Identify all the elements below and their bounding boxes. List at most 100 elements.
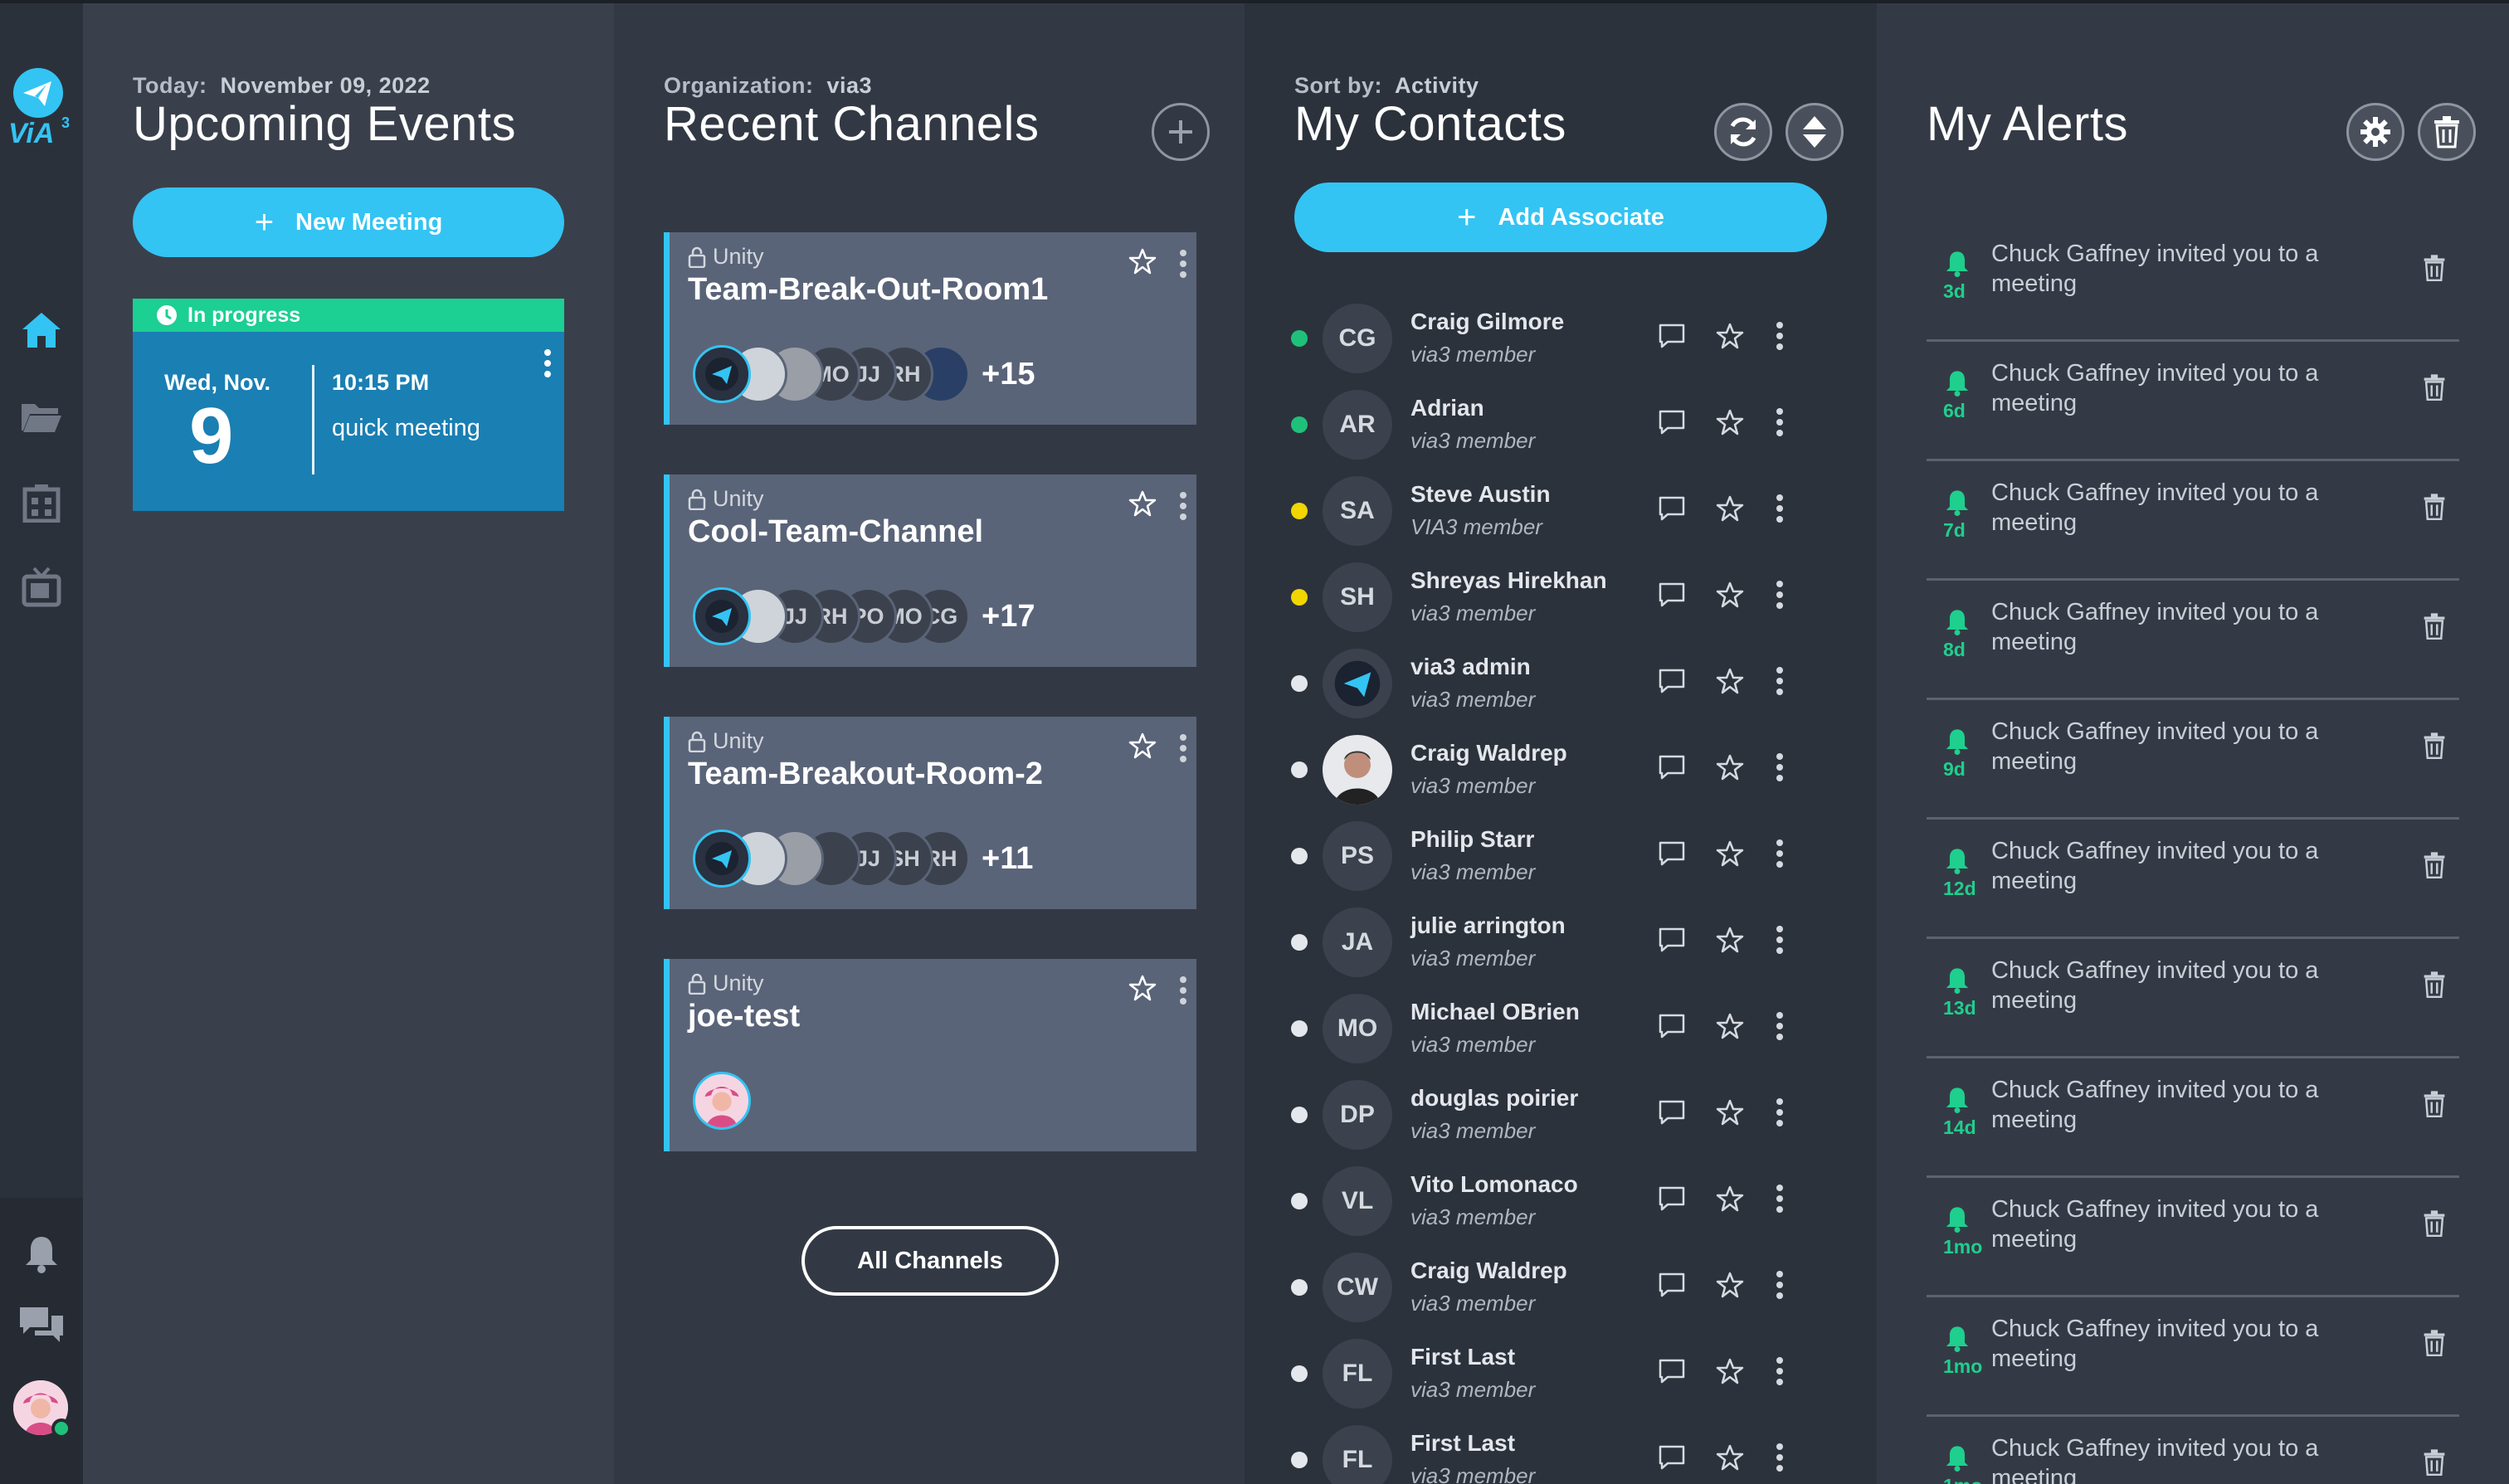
message-icon[interactable] <box>1651 1178 1693 1219</box>
contact-avatar[interactable]: CG <box>1323 304 1392 373</box>
star-icon[interactable] <box>1128 732 1157 764</box>
contact-row[interactable]: via3 admin via3 member <box>1291 642 1839 728</box>
more-vertical-icon[interactable] <box>1178 249 1188 283</box>
more-vertical-icon[interactable] <box>1178 733 1188 767</box>
contact-row[interactable]: DP douglas poirier via3 member <box>1291 1073 1839 1160</box>
message-icon[interactable] <box>1651 660 1693 702</box>
contact-row[interactable]: MO Michael OBrien via3 member <box>1291 987 1839 1073</box>
message-icon[interactable] <box>1651 401 1693 443</box>
star-icon[interactable] <box>1709 401 1751 443</box>
channel-card[interactable]: Unity Cool-Team-Channel JJ RH PO MO CG +17 <box>664 474 1196 667</box>
message-icon[interactable] <box>1651 315 1693 357</box>
sort-order-button[interactable] <box>1786 103 1844 161</box>
message-icon[interactable] <box>1651 1264 1693 1306</box>
message-icon[interactable] <box>1651 1092 1693 1133</box>
star-icon[interactable] <box>1709 1264 1751 1306</box>
contact-row[interactable]: CG Craig Gilmore via3 member <box>1291 297 1839 383</box>
trash-icon[interactable] <box>2423 1209 2446 1242</box>
channel-card[interactable]: Unity joe-test <box>664 959 1196 1151</box>
contact-row[interactable]: AR Adrian via3 member <box>1291 383 1839 470</box>
more-vertical-icon[interactable] <box>1759 919 1800 961</box>
contact-avatar[interactable] <box>1323 735 1392 805</box>
contact-row[interactable]: FL First Last via3 member <box>1291 1332 1839 1418</box>
channel-card[interactable]: Unity Team-Breakout-Room-2 JJ SH RH +11 <box>664 717 1196 909</box>
alert-item[interactable]: 7d Chuck Gaffney invited you to a meeting <box>1927 461 2459 581</box>
trash-icon[interactable] <box>2423 1090 2446 1122</box>
bell-icon[interactable] <box>18 1231 65 1277</box>
contact-avatar[interactable]: FL <box>1323 1425 1392 1484</box>
contact-avatar[interactable]: CW <box>1323 1253 1392 1322</box>
more-vertical-icon[interactable] <box>1178 491 1188 525</box>
contact-row[interactable]: FL First Last via3 member <box>1291 1418 1839 1484</box>
message-icon[interactable] <box>1651 833 1693 874</box>
chat-icon[interactable] <box>18 1302 65 1349</box>
contact-row[interactable]: CW Craig Waldrep via3 member <box>1291 1246 1839 1332</box>
more-vertical-icon[interactable] <box>1759 747 1800 788</box>
alert-item[interactable]: 9d Chuck Gaffney invited you to a meeting <box>1927 700 2459 820</box>
all-channels-button[interactable]: All Channels <box>801 1226 1059 1296</box>
contact-avatar[interactable]: VL <box>1323 1166 1392 1236</box>
contact-row[interactable]: JA julie arrington via3 member <box>1291 901 1839 987</box>
star-icon[interactable] <box>1128 247 1157 280</box>
refresh-button[interactable] <box>1714 103 1772 161</box>
trash-icon[interactable] <box>2423 1329 2446 1361</box>
message-icon[interactable] <box>1651 1350 1693 1392</box>
more-vertical-icon[interactable] <box>1759 315 1800 357</box>
contact-avatar[interactable]: JA <box>1323 907 1392 977</box>
star-icon[interactable] <box>1128 974 1157 1006</box>
message-icon[interactable] <box>1651 1005 1693 1047</box>
more-vertical-icon[interactable] <box>1759 1264 1800 1306</box>
event-card[interactable]: In progress Wed, Nov. 9 10:15 PM quick m… <box>133 299 564 511</box>
trash-icon[interactable] <box>2423 373 2446 406</box>
alert-item[interactable]: 13d Chuck Gaffney invited you to a meetin… <box>1927 939 2459 1058</box>
more-vertical-icon[interactable] <box>1759 660 1800 702</box>
alert-item[interactable]: 12d Chuck Gaffney invited you to a meetin… <box>1927 820 2459 939</box>
contact-row[interactable]: Craig Waldrep via3 member <box>1291 728 1839 815</box>
contact-avatar[interactable]: DP <box>1323 1080 1392 1150</box>
tv-icon[interactable] <box>18 564 65 611</box>
message-icon[interactable] <box>1651 574 1693 615</box>
building-icon[interactable] <box>18 479 65 526</box>
more-vertical-icon[interactable] <box>1759 574 1800 615</box>
contact-row[interactable]: SA Steve Austin VIA3 member <box>1291 470 1839 556</box>
contact-row[interactable]: SH Shreyas Hirekhan via3 member <box>1291 556 1839 642</box>
more-vertical-icon[interactable] <box>1759 401 1800 443</box>
star-icon[interactable] <box>1709 1005 1751 1047</box>
channel-card[interactable]: Unity Team-Break-Out-Room1 MO JJ RH +15 <box>664 232 1196 425</box>
more-vertical-icon[interactable] <box>1759 1350 1800 1392</box>
trash-icon[interactable] <box>2423 1448 2446 1481</box>
trash-icon[interactable] <box>2423 612 2446 645</box>
star-icon[interactable] <box>1128 489 1157 522</box>
contact-avatar[interactable]: SH <box>1323 562 1392 632</box>
alert-item[interactable]: 1mo Chuck Gaffney invited you to a meetin… <box>1927 1178 2459 1297</box>
contact-avatar[interactable] <box>1323 649 1392 718</box>
trash-icon[interactable] <box>2423 851 2446 883</box>
alert-item[interactable]: 3d Chuck Gaffney invited you to a meeting <box>1927 222 2459 342</box>
star-icon[interactable] <box>1709 488 1751 529</box>
star-icon[interactable] <box>1709 747 1751 788</box>
clear-alerts-button[interactable] <box>2418 103 2476 161</box>
alert-item[interactable]: 14d Chuck Gaffney invited you to a meetin… <box>1927 1058 2459 1178</box>
star-icon[interactable] <box>1709 315 1751 357</box>
message-icon[interactable] <box>1651 488 1693 529</box>
star-icon[interactable] <box>1709 919 1751 961</box>
new-meeting-button[interactable]: + New Meeting <box>133 187 564 257</box>
more-vertical-icon[interactable] <box>1759 1005 1800 1047</box>
message-icon[interactable] <box>1651 747 1693 788</box>
trash-icon[interactable] <box>2423 493 2446 525</box>
contact-avatar[interactable]: MO <box>1323 994 1392 1063</box>
contact-avatar[interactable]: SA <box>1323 476 1392 546</box>
message-icon[interactable] <box>1651 1437 1693 1478</box>
star-icon[interactable] <box>1709 1437 1751 1478</box>
more-vertical-icon[interactable] <box>1759 1092 1800 1133</box>
alert-item[interactable]: 1mo Chuck Gaffney invited you to a meetin… <box>1927 1297 2459 1417</box>
contact-avatar[interactable]: FL <box>1323 1339 1392 1409</box>
star-icon[interactable] <box>1709 1350 1751 1392</box>
add-associate-button[interactable]: + Add Associate <box>1294 182 1827 252</box>
star-icon[interactable] <box>1709 574 1751 615</box>
star-icon[interactable] <box>1709 833 1751 874</box>
alert-settings-button[interactable] <box>2346 103 2404 161</box>
add-channel-button[interactable] <box>1152 103 1210 161</box>
alert-item[interactable]: 1mo Chuck Gaffney invited you to a meetin… <box>1927 1417 2459 1484</box>
trash-icon[interactable] <box>2423 254 2446 286</box>
